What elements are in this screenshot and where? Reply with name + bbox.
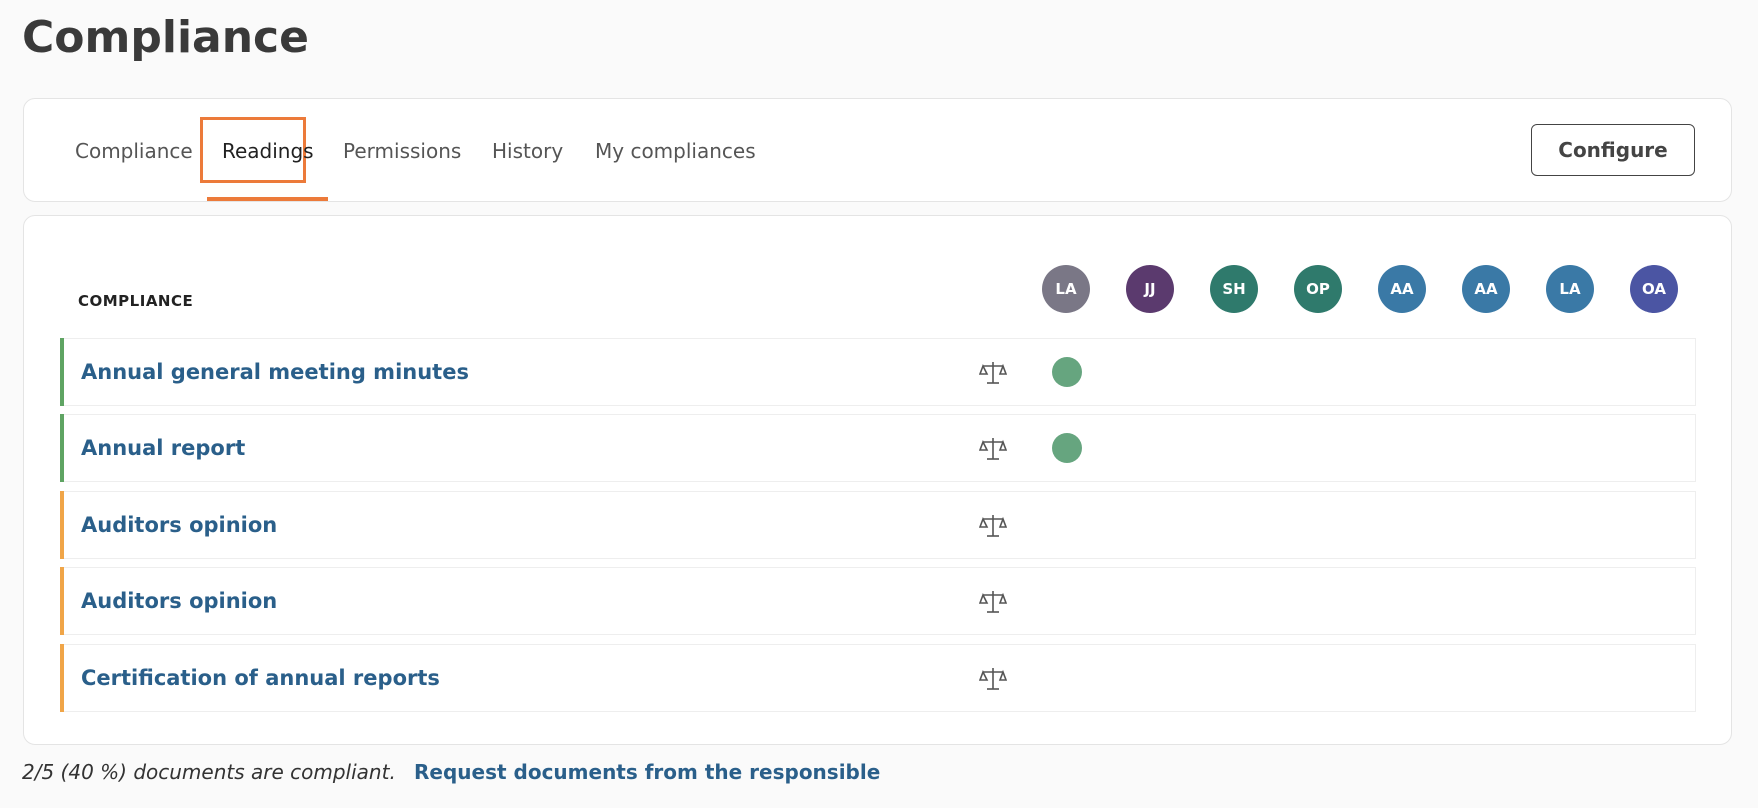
table-row[interactable]: Annual general meeting minutes [60,338,1696,406]
column-header-compliance: COMPLIANCE [78,292,194,310]
avatar[interactable]: OA [1630,265,1678,313]
avatar[interactable]: OP [1294,265,1342,313]
status-dot-compliant [1052,433,1082,463]
row-status-bar [60,567,64,635]
active-tab-underline [207,197,328,201]
row-status-bar [60,414,64,482]
table-row[interactable]: Auditors opinion [60,491,1696,559]
compliance-table: COMPLIANCE LA JJ SH OP AA AA LA OA Annua… [23,215,1732,745]
tab-compliance[interactable]: Compliance [75,139,193,163]
row-status-bar [60,338,64,406]
row-title-link[interactable]: Auditors opinion [81,512,277,538]
avatar[interactable]: AA [1462,265,1510,313]
tab-readings[interactable]: Readings [222,139,314,163]
page-title: Compliance [22,12,309,63]
table-row[interactable]: Auditors opinion [60,567,1696,635]
row-status-bar [60,644,64,712]
avatar[interactable]: JJ [1126,265,1174,313]
avatar[interactable]: SH [1210,265,1258,313]
scale-icon[interactable] [979,512,1007,540]
tabs-bar: Compliance Readings Permissions History … [23,98,1732,202]
table-row[interactable]: Certification of annual reports [60,644,1696,712]
row-title-link[interactable]: Annual report [81,435,245,461]
row-title-link[interactable]: Annual general meeting minutes [81,359,469,385]
tab-my-compliances[interactable]: My compliances [595,139,756,163]
scale-icon[interactable] [979,588,1007,616]
request-documents-link[interactable]: Request documents from the responsible [414,760,880,784]
tab-history[interactable]: History [492,139,563,163]
table-row[interactable]: Annual report [60,414,1696,482]
avatar[interactable]: LA [1546,265,1594,313]
row-status-bar [60,491,64,559]
avatar[interactable]: LA [1042,265,1090,313]
compliance-summary: 2/5 (40 %) documents are compliant. [22,760,396,784]
scale-icon[interactable] [979,435,1007,463]
row-title-link[interactable]: Certification of annual reports [81,665,440,691]
status-dot-compliant [1052,357,1082,387]
avatar[interactable]: AA [1378,265,1426,313]
scale-icon[interactable] [979,665,1007,693]
scale-icon[interactable] [979,359,1007,387]
configure-button[interactable]: Configure [1531,124,1695,176]
row-title-link[interactable]: Auditors opinion [81,588,277,614]
tab-permissions[interactable]: Permissions [343,139,461,163]
